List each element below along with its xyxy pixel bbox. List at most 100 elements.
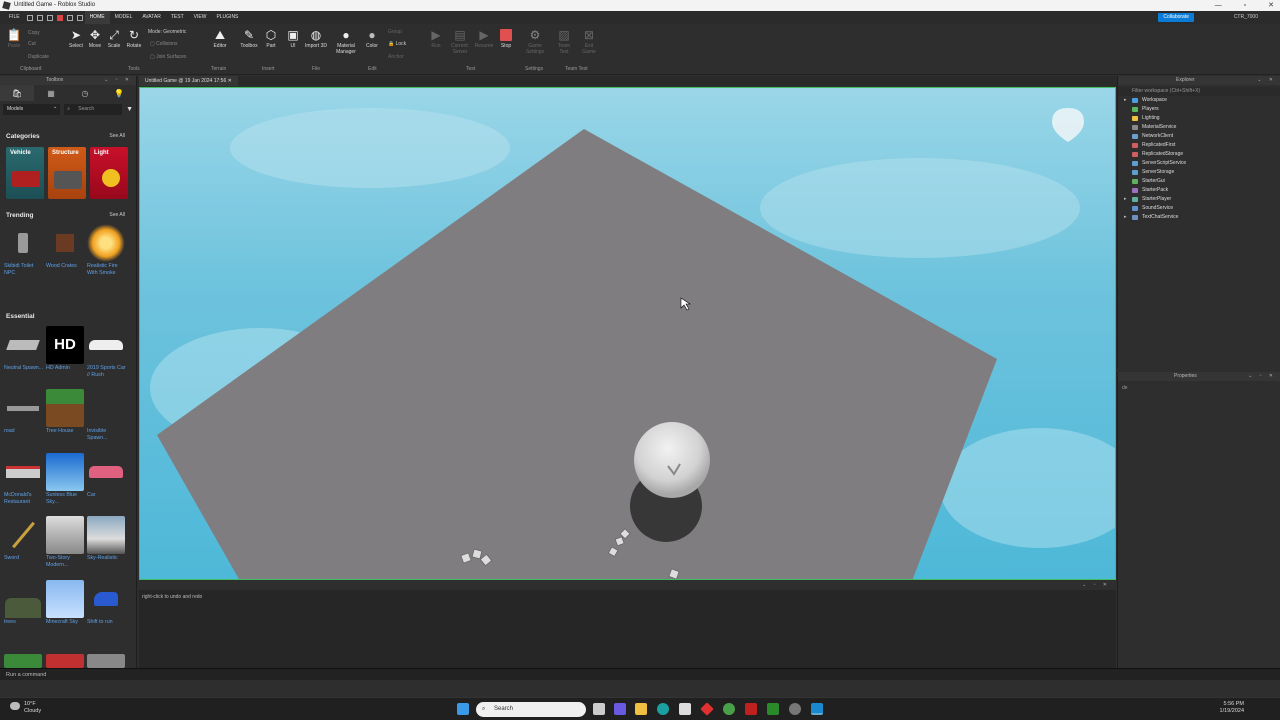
system-clock[interactable]: 5:56 PM 1/19/2024 [1220, 701, 1244, 715]
asset-item[interactable] [46, 654, 86, 668]
username-label[interactable]: CTR_7000 [1234, 11, 1258, 24]
edge-icon[interactable] [657, 703, 669, 715]
tab-marketplace[interactable]: 🛍 [0, 85, 34, 101]
app-icon[interactable] [745, 703, 757, 715]
rotate-button[interactable]: ↻ Rotate [123, 28, 145, 49]
expand-arrow-icon[interactable]: ▸ [1124, 195, 1127, 204]
asset-item[interactable]: road [4, 389, 44, 435]
asset-item[interactable]: Neutral Spawn... [4, 326, 44, 372]
toolbox-search-input[interactable]: ⌕ Search [64, 104, 123, 115]
explorer-item[interactable]: ServerStorage [1118, 168, 1280, 177]
tab-creations[interactable]: 💡 [102, 85, 136, 101]
explorer-item[interactable]: MaterialService [1118, 123, 1280, 132]
asset-item[interactable]: Sky-Realistic [87, 516, 127, 562]
explorer-item[interactable]: Players [1118, 105, 1280, 114]
undo-icon[interactable] [66, 14, 73, 21]
expand-arrow-icon[interactable]: ▸ [1124, 96, 1127, 105]
stop-button[interactable]: Stop [495, 28, 517, 49]
open-icon[interactable] [36, 14, 43, 21]
asset-item[interactable]: Shift to run [87, 580, 127, 626]
categories-see-all-link[interactable]: See All [109, 133, 125, 139]
explorer-item[interactable]: ▸ StarterPlayer [1118, 195, 1280, 204]
color-button[interactable]: ● Color [361, 28, 383, 49]
game-settings-button[interactable]: ⚙ Game Settings [524, 28, 546, 55]
explorer-item[interactable]: ReplicatedFirst [1118, 141, 1280, 150]
command-bar[interactable]: Run a command [0, 668, 1280, 680]
panel-controls[interactable]: ⌄ ▫ ✕ [1248, 372, 1276, 381]
chat-icon[interactable] [614, 703, 626, 715]
cut-button[interactable]: Cut [28, 41, 36, 47]
3d-viewport[interactable] [139, 87, 1116, 580]
explorer-item[interactable]: SoundService [1118, 204, 1280, 213]
terrain-editor-button[interactable]: ⛰ Editor [209, 28, 231, 50]
explorer-item[interactable]: NetworkClient [1118, 132, 1280, 141]
excel-icon[interactable] [767, 703, 779, 715]
part-button[interactable]: ⬡ Part [260, 28, 282, 49]
expand-arrow-icon[interactable]: ▸ [1124, 213, 1127, 222]
category-light[interactable]: Light [90, 147, 128, 199]
explorer-item[interactable]: Lighting [1118, 114, 1280, 123]
settings-icon[interactable] [789, 703, 801, 715]
asset-item[interactable]: Car [87, 453, 127, 499]
trending-see-all-link[interactable]: See All [109, 212, 125, 218]
taskbar-search[interactable]: ⌕ Search [476, 702, 586, 717]
chrome-icon[interactable] [723, 703, 735, 715]
menu-file[interactable]: FILE [4, 11, 25, 24]
windows-start-icon[interactable] [457, 703, 469, 715]
category-select[interactable]: Models [3, 102, 61, 115]
team-test-button[interactable]: ▨ Team Test [553, 28, 575, 55]
menu-plugins[interactable]: PLUGINS [211, 11, 243, 24]
properties-filter-input[interactable]: de [1118, 381, 1280, 395]
asset-item[interactable]: McDonald's Restaurant [4, 453, 44, 506]
new-file-icon[interactable] [26, 14, 33, 21]
tab-recent[interactable]: ◷ [68, 85, 102, 101]
asset-item[interactable]: HD HD Admin [46, 326, 86, 372]
ui-button[interactable]: ▣ UI [282, 28, 304, 49]
redo-icon[interactable] [76, 14, 83, 21]
asset-item[interactable]: Minecraft Sky [46, 580, 86, 626]
task-view-icon[interactable] [593, 703, 605, 715]
explorer-item[interactable]: ReplicatedStorage [1118, 150, 1280, 159]
explorer-item[interactable]: ▸ TextChatService [1118, 213, 1280, 222]
import-3d-button[interactable]: ◍ Import 3D [305, 28, 327, 49]
paste-button[interactable]: 📋 Paste [3, 28, 25, 49]
menu-test[interactable]: TEST [166, 11, 189, 24]
save-icon[interactable] [46, 14, 53, 21]
scale-button[interactable]: ⤢ Scale [103, 28, 125, 50]
asset-item[interactable]: Tree House [46, 389, 86, 435]
explorer-filter-input[interactable]: Filter workspace (Ctrl+Shift+X) [1118, 87, 1280, 96]
minimize-icon[interactable]: — [1215, 0, 1222, 11]
join-surfaces-toggle[interactable]: ▢ Join Surfaces [150, 54, 186, 60]
asset-item[interactable]: Sunless Blue Sky... [46, 453, 86, 506]
explorer-item[interactable]: StarterPack [1118, 186, 1280, 195]
lock-button[interactable]: 🔒 Lock [388, 41, 406, 47]
roblox-studio-taskbar-icon[interactable] [811, 703, 823, 715]
tab-untitled-game[interactable]: Untitled Game @ 19 Jan 2024 17:56 ✕ [139, 76, 238, 86]
duplicate-button[interactable]: Duplicate [28, 54, 49, 60]
close-icon[interactable]: ✕ [1268, 0, 1274, 11]
category-structure[interactable]: Structure [48, 147, 86, 199]
roblox-icon[interactable] [700, 702, 714, 716]
menu-view[interactable]: VIEW [189, 11, 212, 24]
category-vehicle[interactable]: Vehicle [6, 147, 44, 199]
material-manager-button[interactable]: ● Material Manager [333, 28, 359, 55]
asset-item[interactable]: Wood Crates [46, 224, 86, 270]
file-explorer-icon[interactable] [635, 703, 647, 715]
asset-item[interactable]: 2019 Sports Car // Rush [87, 326, 127, 379]
anchor-button[interactable]: Anchor [388, 54, 404, 60]
explorer-item[interactable]: StarterGui [1118, 177, 1280, 186]
asset-item[interactable] [87, 654, 127, 668]
collaborate-button[interactable]: Collaborate [1158, 13, 1194, 22]
store-icon[interactable] [679, 703, 691, 715]
asset-item[interactable]: Skibidi Toilet NPC [4, 224, 44, 277]
tab-inventory[interactable]: ▦ [34, 85, 68, 101]
asset-item[interactable]: Realistic Fire With Smoke [87, 224, 127, 277]
close-tab-icon[interactable]: ✕ [228, 78, 232, 84]
exit-game-button[interactable]: ⊠ Exit Game [578, 28, 600, 55]
stop-quick-icon[interactable] [56, 14, 63, 21]
asset-item[interactable]: Invisible Spawn... [87, 389, 127, 442]
asset-item[interactable]: Sword [4, 516, 44, 562]
run-button[interactable]: ▶ Run [425, 28, 447, 49]
weather-widget[interactable]: 10°F Cloudy [8, 701, 41, 715]
panel-controls[interactable]: ⌄ ✕ [1257, 76, 1276, 85]
